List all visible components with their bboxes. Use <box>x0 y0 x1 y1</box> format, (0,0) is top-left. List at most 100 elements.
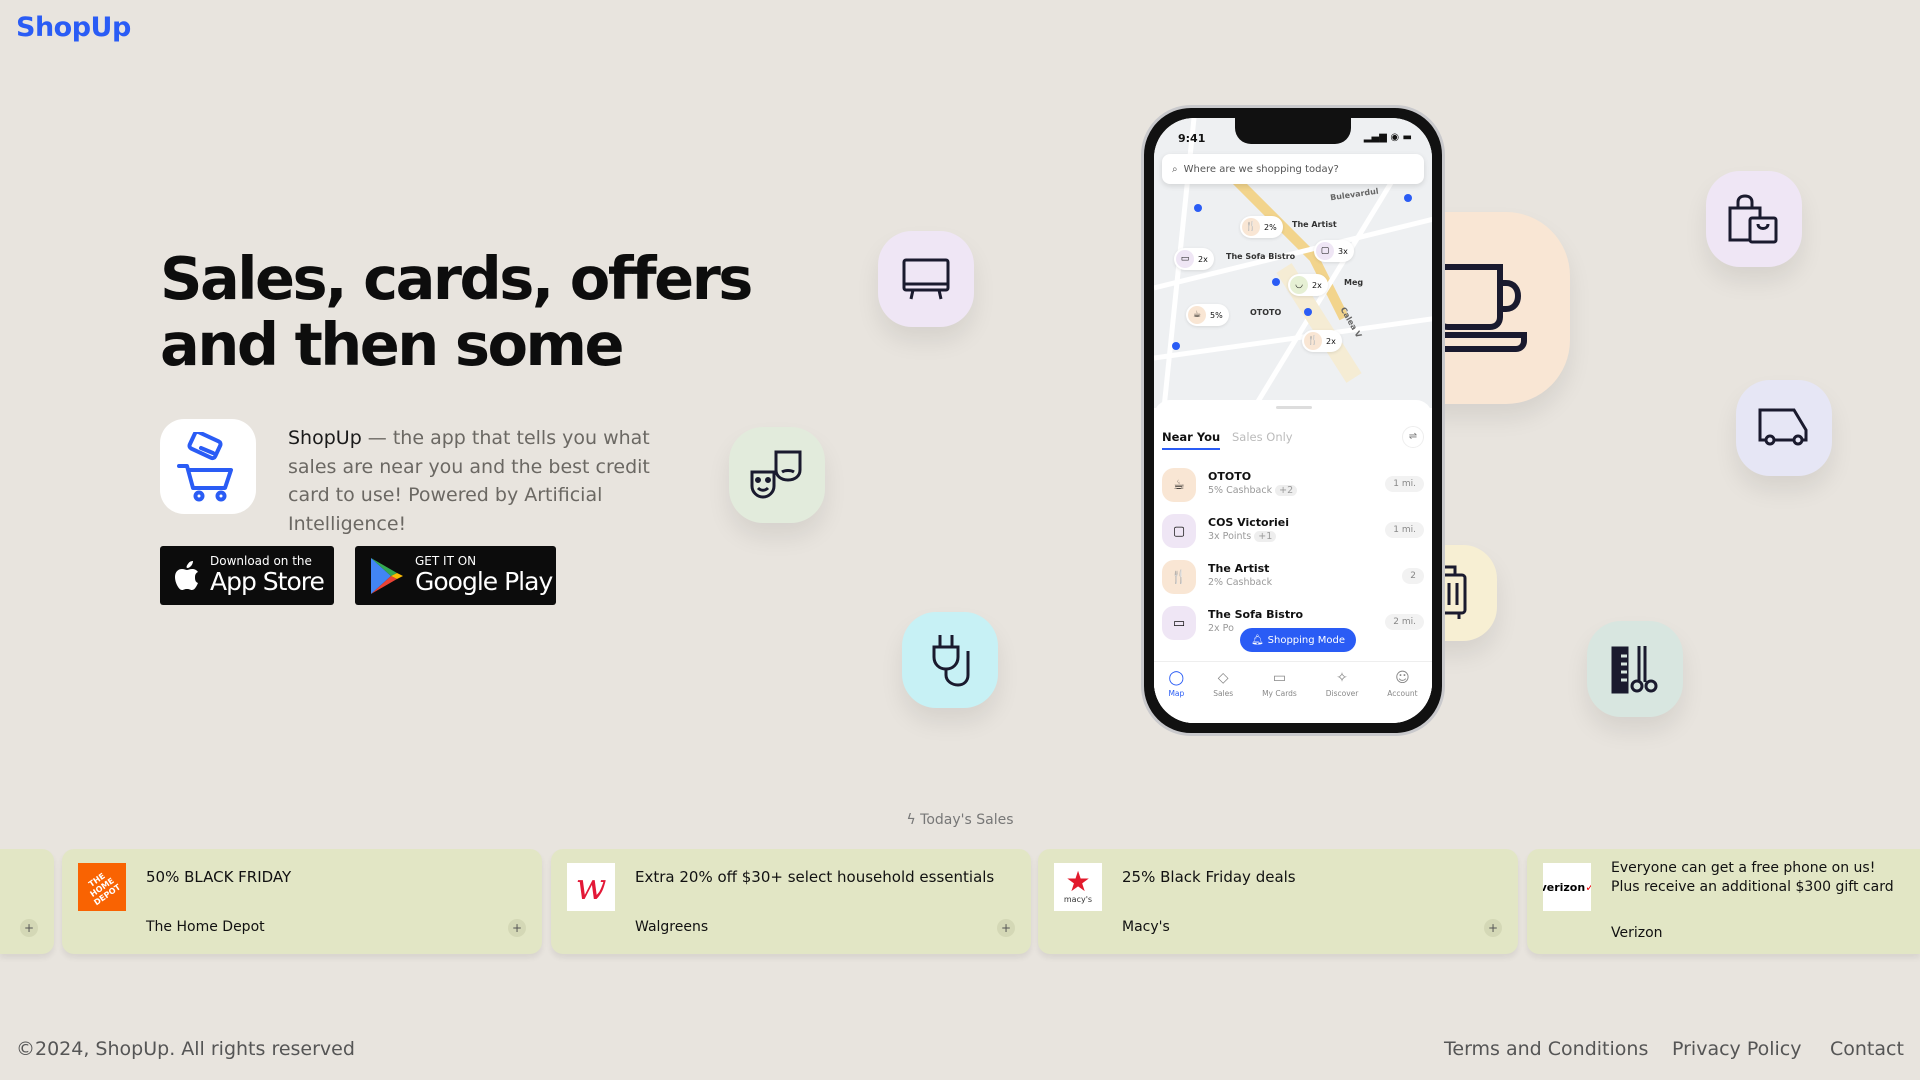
list-item[interactable]: ☕ OTOTO 5% Cashback +2 1 mi. <box>1162 466 1424 506</box>
map-pin[interactable]: ▢ 3x <box>1314 240 1354 262</box>
desc-brand: ShopUp <box>288 427 362 449</box>
map-dot <box>1404 194 1412 202</box>
bag-icon: ▢ <box>1162 514 1196 548</box>
add-icon[interactable]: + <box>508 919 526 937</box>
item-extra-badge: +1 <box>1254 531 1277 542</box>
google-play-button[interactable]: GET IT ON Google Play <box>355 546 556 605</box>
app-store-button[interactable]: Download on the App Store <box>160 546 334 605</box>
basket-icon: ◡ <box>1290 276 1308 294</box>
shopping-mode-button[interactable]: 🔔︎ Shopping Mode <box>1240 628 1356 652</box>
sale-title: Everyone can get a free phone on us! Plu… <box>1611 860 1894 895</box>
walgreens-logo: w <box>567 863 615 911</box>
map-dot <box>1272 278 1280 286</box>
headline-line-1: Sales, cards, offers <box>160 244 753 313</box>
map-pin[interactable]: 🍴 2% <box>1240 216 1283 238</box>
map-view[interactable]: 9:41 ▂▄▆ ◉ ▬ ⌕ Where are we shopping toda… <box>1154 118 1432 408</box>
pin-label: The Artist <box>1292 220 1337 229</box>
item-sub-text: 5% Cashback <box>1208 485 1273 496</box>
todays-sales-heading: ϟ Today's Sales <box>0 812 1920 828</box>
phone-notch <box>1235 118 1351 144</box>
item-name: The Sofa Bistro <box>1208 608 1304 621</box>
nav-map[interactable]: ◯ Map <box>1168 670 1184 723</box>
plug-icon <box>932 635 970 687</box>
shopping-bags-icon <box>1728 194 1778 244</box>
nav-my-cards[interactable]: ▭ My Cards <box>1262 670 1297 723</box>
nav-label: Sales <box>1213 689 1234 698</box>
item-sub-text: 3x Points <box>1208 531 1252 542</box>
item-name: OTOTO <box>1208 470 1252 483</box>
nav-discover[interactable]: ✧ Discover <box>1326 670 1359 723</box>
theater-masks-tile <box>729 427 825 523</box>
ruler-scissors-tile <box>1587 621 1683 717</box>
nav-label: Account <box>1387 689 1418 698</box>
sofa-icon: ▭ <box>1162 606 1196 640</box>
map-search-input[interactable]: ⌕ Where are we shopping today? <box>1162 154 1424 184</box>
map-pin[interactable]: ◡ 2x <box>1288 274 1328 296</box>
restaurant-icon: 🍴 <box>1162 560 1196 594</box>
app-store-big: App Store <box>210 567 325 596</box>
nav-label: Map <box>1168 689 1185 698</box>
contact-link[interactable]: Contact <box>1830 1038 1904 1060</box>
tab-near-you[interactable]: Near You <box>1162 430 1221 450</box>
pin-value: 3x <box>1338 246 1348 256</box>
nav-account[interactable]: ☺ Account <box>1387 670 1417 723</box>
nav-sales[interactable]: ◇ Sales <box>1213 670 1233 723</box>
sale-title: 25% Black Friday deals <box>1122 868 1296 886</box>
sale-card[interactable]: w Extra 20% off $30+ select household es… <box>551 849 1031 954</box>
item-distance: 1 mi. <box>1385 522 1424 538</box>
sale-card[interactable]: THE HOME DEPOT 50% BLACK FRIDAY The Home D… <box>62 849 542 954</box>
pin-label: The Sofa Bistro <box>1226 252 1296 261</box>
map-pin-icon: ◯ <box>1168 670 1185 686</box>
bag-icon: ▢ <box>1316 242 1334 260</box>
coffee-icon: ☕ <box>1188 306 1206 324</box>
filter-icon[interactable]: ⇌ <box>1402 426 1424 448</box>
bell-icon: 🔔︎ <box>1250 634 1264 646</box>
theater-masks-icon <box>750 450 802 499</box>
item-extra-badge: +2 <box>1275 485 1298 496</box>
sale-store: The Home Depot <box>146 919 265 935</box>
sale-card[interactable]: ★ macy's 25% Black Friday deals Macy's + <box>1038 849 1518 954</box>
sale-card[interactable]: + <box>0 849 54 954</box>
sale-store: Macy's <box>1122 919 1170 935</box>
tab-sales-only[interactable]: Sales Only <box>1232 430 1293 444</box>
pin-value: 2x <box>1198 254 1208 264</box>
app-description: ShopUp — the app that tells you what sal… <box>288 424 688 538</box>
home-depot-logo: THE HOME DEPOT <box>78 863 126 911</box>
pin-label: OTOTO <box>1250 308 1282 317</box>
list-item[interactable]: ▢ COS Victoriei 3x Points +1 1 mi. <box>1162 512 1424 552</box>
headline: Sales, cards, offers and then some <box>160 244 753 378</box>
sofa-icon: ▭ <box>1176 250 1194 268</box>
status-icons: ▂▄▆ ◉ ▬ <box>1363 132 1412 143</box>
item-distance: 2 <box>1402 568 1424 584</box>
map-dot <box>1304 308 1312 316</box>
nav-label: Discover <box>1325 689 1359 698</box>
privacy-link[interactable]: Privacy Policy <box>1672 1038 1801 1060</box>
google-play-icon <box>371 557 403 594</box>
status-time: 9:41 <box>1178 132 1206 145</box>
list-item[interactable]: 🍴 The Artist 2% Cashback 2 <box>1162 558 1424 598</box>
bottom-nav: ◯ Map ◇ Sales ▭ My Cards ✧ Discover ☺ Account <box>1154 661 1432 723</box>
map-dot <box>1172 342 1180 350</box>
pin-value: 5% <box>1210 310 1223 320</box>
nav-label: My Cards <box>1262 689 1297 698</box>
sale-title: Extra 20% off $30+ select household esse… <box>635 868 995 886</box>
pin-value: 2x <box>1326 336 1336 346</box>
map-pin[interactable]: ▭ 2x <box>1174 248 1214 270</box>
sparkle-icon: ✧ <box>1336 670 1348 686</box>
search-placeholder: Where are we shopping today? <box>1183 163 1339 175</box>
tv-icon <box>902 258 950 300</box>
logo[interactable]: ShopUp <box>16 12 131 43</box>
map-pin[interactable]: ☕ 5% <box>1186 304 1229 326</box>
sheet-handle[interactable] <box>1276 406 1312 409</box>
add-icon[interactable]: + <box>997 919 1015 937</box>
sale-card[interactable]: verizon ✓ Everyone can get a free phone o… <box>1527 849 1920 954</box>
item-sub: 5% Cashback +2 <box>1208 485 1298 496</box>
add-icon[interactable]: + <box>20 919 38 937</box>
map-pin[interactable]: 🍴 2x <box>1302 330 1342 352</box>
restaurant-icon: 🍴 <box>1242 218 1260 236</box>
search-icon: ⌕ <box>1172 163 1178 175</box>
add-icon[interactable]: + <box>1484 919 1502 937</box>
terms-link[interactable]: Terms and Conditions <box>1444 1038 1648 1060</box>
item-name: COS Victoriei <box>1208 516 1290 529</box>
google-play-big: Google Play <box>415 567 553 596</box>
